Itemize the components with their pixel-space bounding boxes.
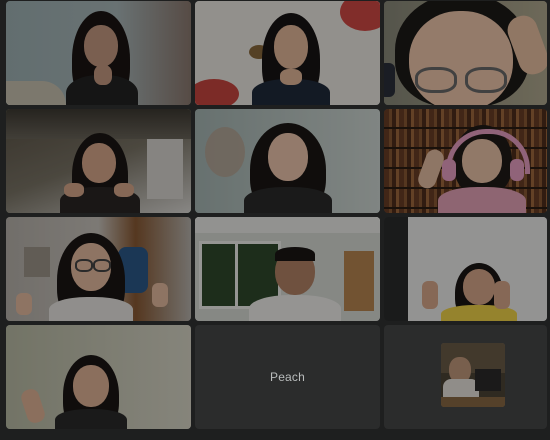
participant-tile-8[interactable] [195,217,380,321]
video-feed [384,217,547,321]
video-feed [6,109,191,213]
video-feed [6,325,191,429]
participant-tile-2[interactable] [195,1,380,105]
participant-tile-1[interactable] [6,1,191,105]
participant-tile-7[interactable] [6,217,191,321]
video-feed [6,217,191,321]
video-grid: Peach [6,1,547,431]
video-feed [195,217,380,321]
video-feed [6,1,191,105]
video-feed [195,109,380,213]
participant-tile-5[interactable] [195,109,380,213]
participant-tile-6[interactable] [384,109,547,213]
participant-thumbnail [441,343,505,407]
participant-name: Peach [269,370,306,384]
video-feed [384,1,547,105]
participant-tile-11[interactable]: Peach [195,325,380,429]
participant-tile-10[interactable] [6,325,191,429]
video-feed [195,1,380,105]
participant-tile-12[interactable] [384,325,547,429]
participant-tile-3[interactable] [384,1,547,105]
video-feed [384,109,547,213]
participant-tile-4[interactable] [6,109,191,213]
participant-tile-9[interactable] [384,217,547,321]
